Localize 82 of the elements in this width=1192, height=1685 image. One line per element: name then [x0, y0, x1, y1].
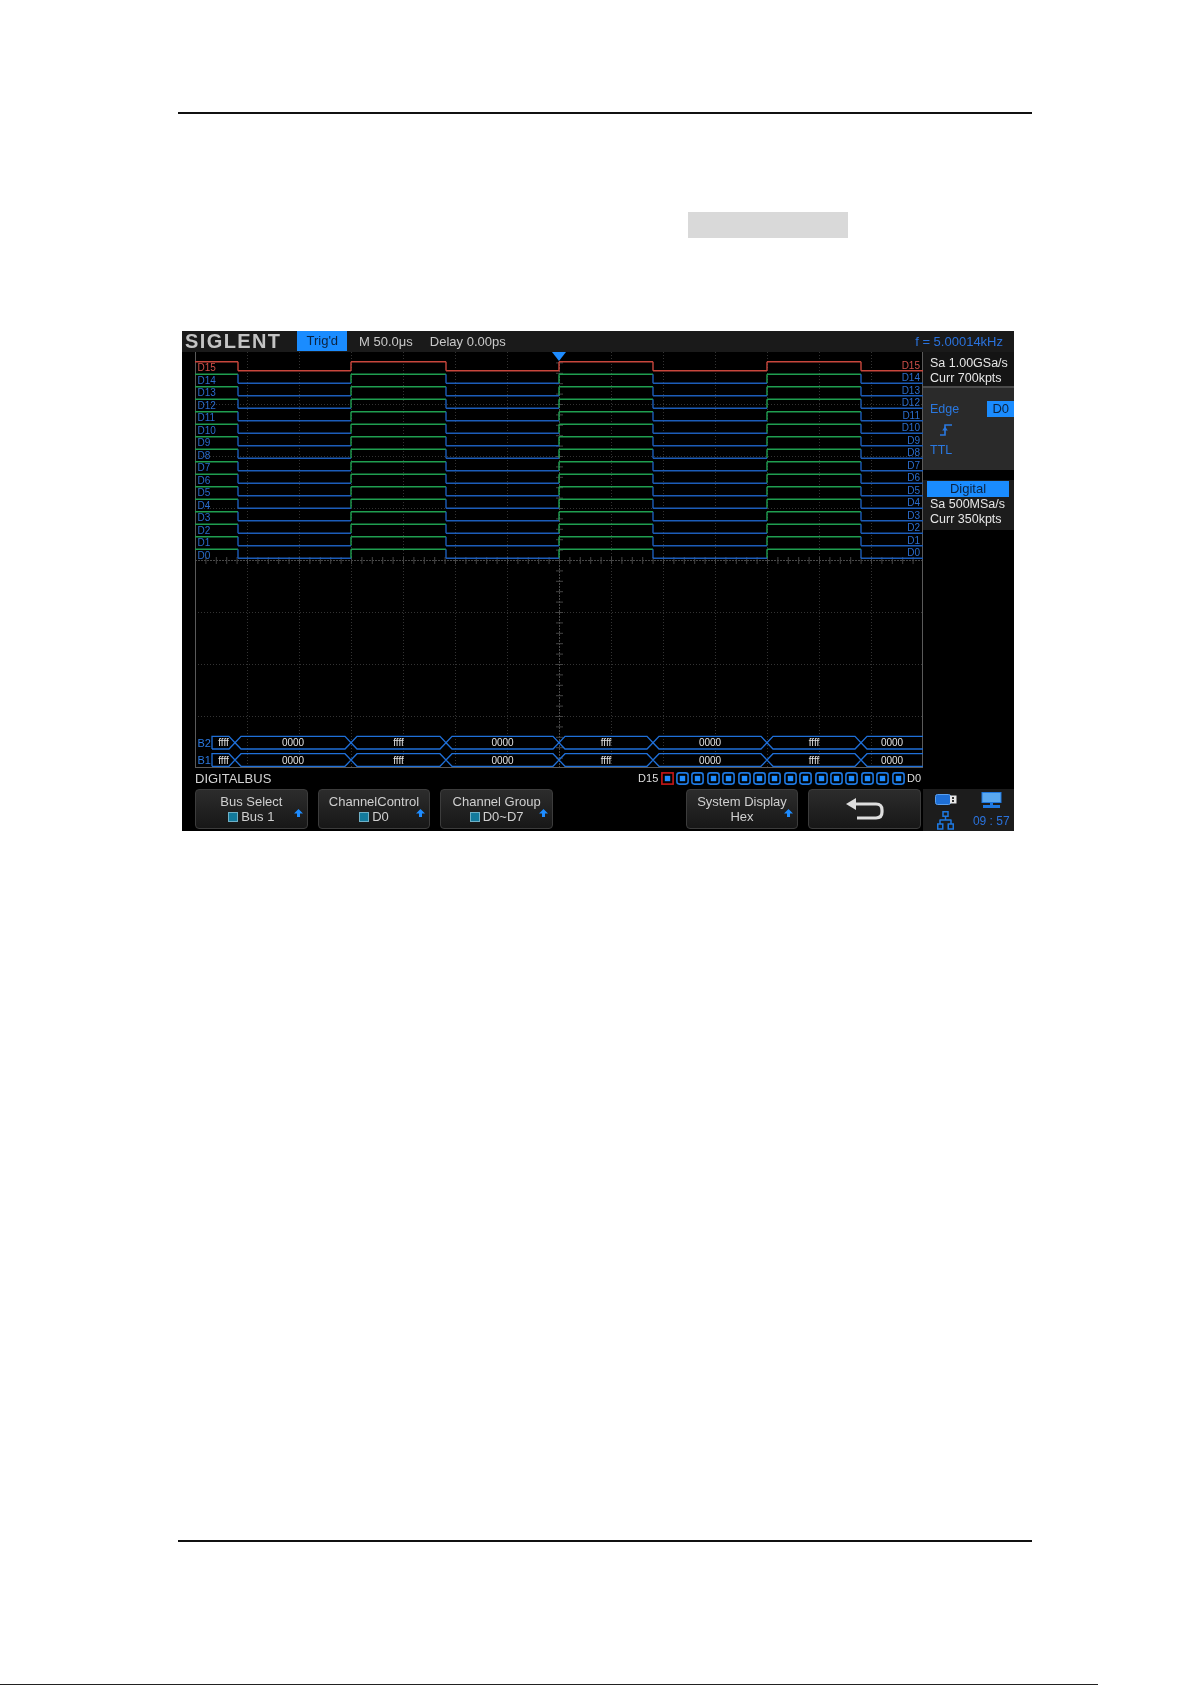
bus-value: 0000	[698, 737, 722, 749]
bus-value: ffff	[600, 754, 612, 766]
channel-label: D9	[197, 437, 211, 449]
back-arrow-icon	[844, 797, 885, 821]
sample-rate-text: Sa 1.00GSa/s	[930, 356, 1009, 371]
up-arrow-icon	[784, 809, 794, 817]
delay-readout: Delay 0.00ps	[429, 334, 506, 349]
bus-value: ffff	[218, 754, 229, 766]
channel-label: D14	[197, 374, 216, 386]
channel-label: D7	[197, 462, 211, 474]
bus-value: ffff	[600, 737, 612, 749]
monitor-icon	[980, 791, 1002, 808]
bus-value: ffff	[808, 737, 820, 749]
digital-title-bar: Digital	[927, 481, 1009, 497]
bus-label: B1	[197, 754, 211, 766]
bus-value: ffff	[393, 737, 404, 749]
channel-range-label: D0	[906, 772, 921, 784]
channel-label: D1	[197, 537, 211, 549]
bus-value: 0000	[880, 754, 904, 766]
channel-label: D15	[197, 362, 216, 374]
bus-label: B2	[197, 736, 211, 749]
channel-label: D15	[901, 359, 920, 371]
trigger-type-label: Edge	[930, 401, 960, 417]
trigger-source-indicator: D0	[987, 401, 1014, 417]
frequency-readout: f = 5.00014kHz	[915, 334, 1003, 349]
channel-label: D9	[907, 434, 920, 446]
channel-label: D6	[197, 474, 211, 486]
trigger-status-indicator: Trig'd	[297, 331, 348, 351]
channel-label: D8	[197, 449, 211, 461]
channel-label: D3	[197, 512, 211, 524]
softkey-button[interactable]: Bus Select Bus 1	[195, 789, 308, 829]
softkey-button[interactable]: System Display Hex	[685, 789, 799, 829]
usb-drive-icon	[934, 794, 957, 805]
channel-label: D6	[907, 472, 920, 484]
bus-value: ffff	[218, 737, 229, 749]
bus-value: ffff	[393, 754, 404, 766]
bus-value: 0000	[281, 737, 305, 749]
channel-label: D11	[197, 412, 216, 424]
channel-label: D13	[197, 387, 216, 399]
channel-label: D5	[197, 487, 211, 499]
channel-label: D0	[197, 549, 211, 561]
channel-label: D4	[197, 499, 211, 511]
bus-value: 0000	[880, 737, 904, 749]
softkey-button[interactable]: ChannelControl D0	[317, 789, 431, 829]
channel-label: D1	[907, 534, 920, 546]
menu-title: DIGITALBUS	[195, 770, 272, 786]
sample-rate-text: Sa 500MSa/s	[929, 497, 1007, 512]
bus-value: ffff	[808, 754, 820, 766]
network-icon	[937, 811, 955, 830]
clock-readout: 09 : 57	[972, 813, 1010, 828]
up-arrow-icon	[293, 809, 303, 817]
memory-depth-text: Curr 350kpts	[929, 512, 1003, 527]
memory-depth-text: Curr 700kpts	[930, 371, 1003, 386]
bus-value: 0000	[491, 754, 514, 766]
up-arrow-icon	[539, 809, 548, 817]
channel-label: D10	[901, 422, 920, 434]
channel-label: D0	[907, 547, 920, 559]
channel-label: D3	[907, 509, 920, 521]
channel-label: D10	[197, 424, 216, 436]
channel-label: D2	[197, 524, 211, 536]
channel-label: D12	[197, 399, 216, 411]
channel-label: D2	[907, 522, 920, 534]
channel-label: D7	[907, 459, 920, 471]
triangle-marker-icon	[552, 352, 566, 361]
up-arrow-icon	[416, 809, 426, 817]
channel-label: D13	[901, 384, 920, 396]
channel-label: D11	[902, 409, 920, 421]
channel-label: D8	[907, 447, 920, 459]
channel-label: D4	[907, 497, 920, 509]
back-button[interactable]	[808, 789, 921, 829]
softkey-button[interactable]: Channel Group D0~D7	[440, 789, 553, 829]
trigger-threshold-label: TTL	[930, 443, 954, 458]
channel-range-label: D15	[638, 772, 659, 784]
bus-value: 0000	[491, 737, 514, 749]
rising-edge-icon	[939, 422, 953, 436]
brand-logo: SIGLENT	[185, 331, 282, 352]
bus-value: 0000	[281, 754, 305, 766]
channel-label: D14	[901, 372, 920, 384]
bus-value: 0000	[698, 754, 722, 766]
channel-label: D5	[907, 484, 920, 496]
timebase-readout: M 50.0μs	[359, 334, 413, 349]
channel-label: D12	[901, 397, 920, 409]
